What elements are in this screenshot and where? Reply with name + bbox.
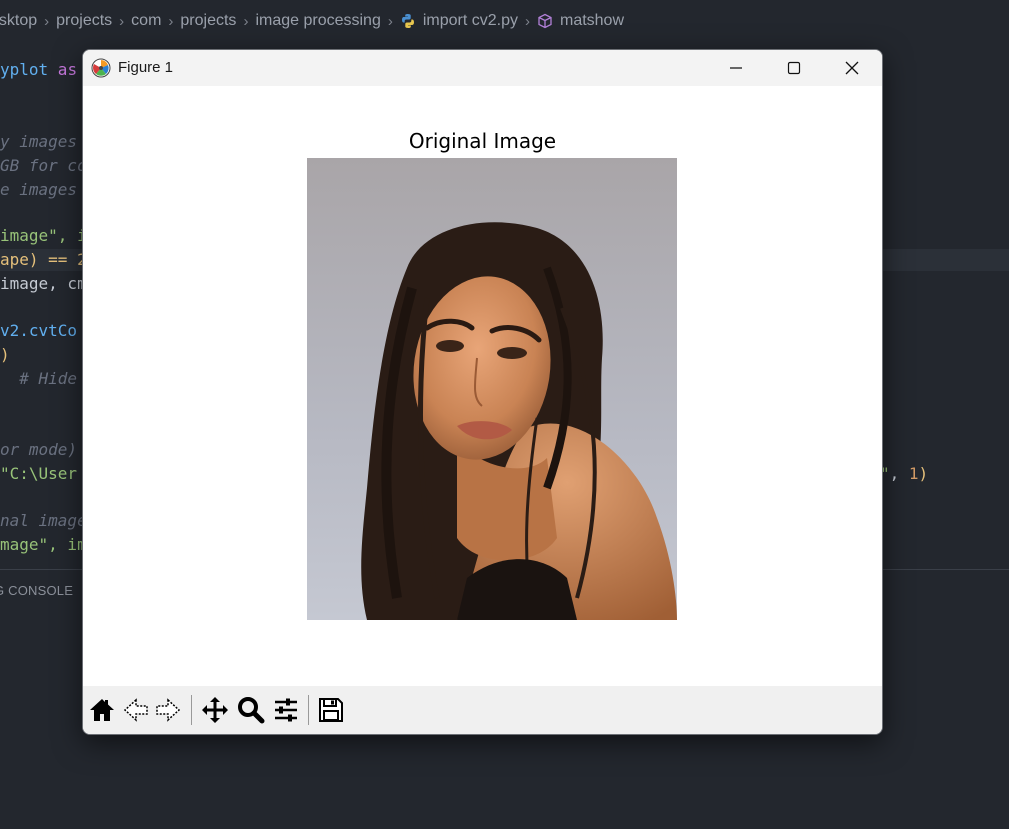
displayed-image [307, 158, 677, 620]
chevron-right-icon: › [387, 12, 393, 30]
code-token: v2.cvtCo [0, 321, 78, 340]
configure-subplots-icon [275, 698, 297, 722]
forward-button[interactable] [153, 694, 183, 726]
code-token: "C:\User [0, 464, 78, 483]
breadcrumb-item-image-processing[interactable]: image processing [255, 12, 380, 30]
code-keyword: as [48, 60, 87, 79]
home-button[interactable] [87, 694, 117, 726]
python-file-icon [401, 14, 414, 28]
plot-title: Original Image [408, 129, 557, 153]
code-token: ) [0, 345, 10, 364]
debug-console-tab[interactable]: G CONSOLE [0, 583, 73, 598]
symbol-cube-icon [538, 13, 552, 29]
forward-arrow-icon [156, 698, 181, 722]
breadcrumb-item-projects[interactable]: projects [56, 12, 112, 30]
home-icon [90, 699, 114, 721]
chevron-right-icon: › [524, 12, 530, 30]
code-line: GB for co [0, 154, 87, 178]
breadcrumb-item-file[interactable]: import cv2.py [423, 12, 518, 30]
minimize-icon [730, 67, 742, 69]
matplotlib-app-icon [91, 58, 111, 78]
code-line: image, cm [0, 272, 87, 296]
code-token: yplot [0, 60, 49, 79]
navigation-toolbar [83, 686, 882, 734]
chevron-right-icon: › [168, 12, 174, 30]
zoom-button[interactable] [236, 694, 266, 726]
maximize-icon [787, 61, 801, 75]
save-button[interactable] [316, 694, 346, 726]
code-line-tail: ", 1) [880, 464, 928, 483]
code-line: ) [0, 343, 10, 367]
portrait-photo [307, 158, 677, 620]
code-token: ape) == 2 [0, 250, 87, 269]
breadcrumb-item-com[interactable]: com [131, 12, 161, 30]
pan-button[interactable] [200, 694, 230, 726]
code-line: ape) == 2 [0, 248, 87, 272]
chevron-right-icon: › [243, 12, 249, 30]
code-token: mage", im [0, 535, 87, 554]
code-token: image, cm [0, 274, 87, 293]
code-token: or mode) [0, 440, 78, 459]
code-token: y images [0, 132, 78, 151]
code-token: image", i [0, 226, 87, 245]
code-line: or mode) [0, 438, 77, 462]
code-paren: ) [918, 464, 929, 483]
code-line: v2.cvtCo [0, 319, 77, 343]
code-line: yplot as [0, 58, 87, 82]
toolbar-separator [191, 695, 192, 725]
code-line: e images [0, 178, 77, 202]
configure-subplots-button[interactable] [271, 694, 301, 726]
code-line: # Hide [0, 367, 77, 391]
code-token: e images [0, 180, 78, 199]
close-icon [845, 61, 859, 75]
code-token: GB for co [0, 156, 87, 175]
breadcrumb-item-symbol[interactable]: matshow [560, 12, 624, 30]
code-line: mage", im [0, 533, 87, 557]
figure-window: Figure 1 Original Image [82, 49, 883, 735]
close-button[interactable] [823, 50, 881, 86]
code-line: "C:\User [0, 462, 77, 486]
minimize-button[interactable] [707, 50, 765, 86]
save-icon [319, 698, 343, 722]
figure-canvas[interactable]: Original Image [83, 86, 882, 686]
back-arrow-icon [123, 698, 148, 722]
code-line: nal image [0, 509, 87, 533]
breadcrumb-item-desktop[interactable]: esktop [0, 12, 37, 30]
title-bar[interactable]: Figure 1 [83, 50, 882, 86]
zoom-icon [238, 697, 265, 724]
code-line: y images [0, 130, 77, 154]
window-title: Figure 1 [118, 59, 174, 76]
code-punct: , [889, 464, 909, 483]
toolbar-separator [308, 695, 309, 725]
chevron-right-icon: › [44, 12, 50, 30]
maximize-button[interactable] [765, 50, 823, 86]
code-token: # Hide [0, 369, 78, 388]
back-button[interactable] [121, 694, 151, 726]
breadcrumb-item-projects-2[interactable]: projects [180, 12, 236, 30]
code-line: image", i [0, 224, 87, 248]
chevron-right-icon: › [119, 12, 125, 30]
breadcrumb: esktop › projects › com › projects › ima… [0, 9, 624, 33]
code-number: 1 [908, 464, 919, 483]
code-token: nal image [0, 511, 87, 530]
pan-icon [202, 697, 228, 723]
